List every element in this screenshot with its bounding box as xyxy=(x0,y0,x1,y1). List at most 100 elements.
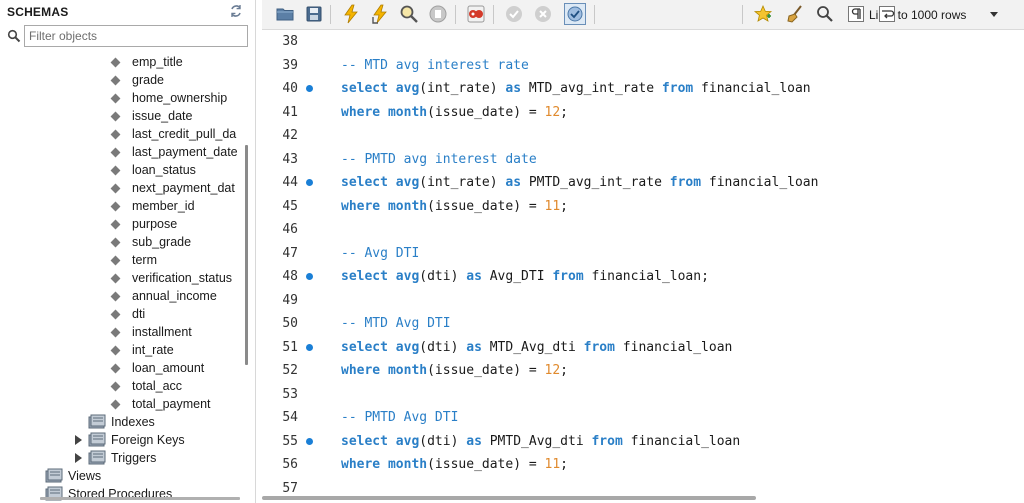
wrap-icon[interactable] xyxy=(876,3,898,25)
code-line[interactable]: 48 select avg(dti) as Avg_DTI from financ… xyxy=(262,265,1024,288)
code-line[interactable]: 38 xyxy=(262,30,1024,53)
code-line[interactable]: 56 where month(issue_date) = 11; xyxy=(262,453,1024,476)
editor-horizontal-scrollbar[interactable] xyxy=(262,496,756,500)
code-token: month xyxy=(387,198,428,214)
invisible-chars-icon[interactable] xyxy=(845,3,867,25)
execute-lightning-icon[interactable] xyxy=(340,3,362,25)
filter-objects-input[interactable] xyxy=(24,25,248,47)
autocommit-icon[interactable] xyxy=(564,3,586,25)
favorite-star-icon[interactable] xyxy=(752,3,774,25)
column-item[interactable]: verification_status xyxy=(0,269,246,287)
code-line[interactable]: 42 xyxy=(262,124,1024,147)
code-line[interactable]: 55 select avg(dti) as PMTD_Avg_dti from f… xyxy=(262,430,1024,453)
code-token: where xyxy=(341,457,381,472)
find-icon[interactable] xyxy=(814,3,836,25)
statement-marker-icon[interactable] xyxy=(306,343,313,351)
line-number: 54 xyxy=(282,410,298,425)
code-line[interactable]: 41 where month(issue_date) = 12; xyxy=(262,101,1024,124)
code-token: -- MTD Avg DTI xyxy=(341,316,451,331)
code-line[interactable]: 50 -- MTD Avg DTI xyxy=(262,312,1024,335)
column-diamond-icon xyxy=(110,75,121,86)
chevron-right-icon[interactable] xyxy=(75,435,82,445)
column-item[interactable]: sub_grade xyxy=(0,233,246,251)
line-number: 56 xyxy=(282,457,298,472)
stop-icon[interactable] xyxy=(427,3,449,25)
tree-node-foreign-keys[interactable]: Foreign Keys xyxy=(0,431,246,449)
chevron-right-icon[interactable] xyxy=(75,453,82,463)
code-token: select xyxy=(341,175,388,190)
column-item[interactable]: term xyxy=(0,251,246,269)
rollback-icon[interactable] xyxy=(532,3,554,25)
code-token: avg xyxy=(395,269,420,284)
column-item[interactable]: purpose xyxy=(0,215,246,233)
statement-marker-icon[interactable] xyxy=(306,179,313,186)
column-item[interactable]: issue_date xyxy=(0,107,246,125)
code-token: where xyxy=(341,198,381,214)
refresh-icon[interactable] xyxy=(229,4,243,18)
column-item[interactable]: member_id xyxy=(0,197,246,215)
code-token: month xyxy=(387,363,428,378)
open-folder-icon[interactable] xyxy=(274,3,296,25)
code-token: avg xyxy=(395,339,420,355)
toolbar-separator xyxy=(493,5,494,24)
column-diamond-icon xyxy=(110,363,121,374)
tree-horizontal-scrollbar[interactable] xyxy=(40,497,240,500)
code-token: -- Avg DTI xyxy=(341,245,420,261)
code-token: financial_loan xyxy=(693,81,811,96)
statement-marker-icon[interactable] xyxy=(306,437,313,445)
code-line[interactable]: 39 -- MTD avg interest rate xyxy=(262,54,1024,77)
column-item[interactable]: emp_title xyxy=(0,53,246,71)
column-diamond-icon xyxy=(110,111,121,122)
statement-marker-icon[interactable] xyxy=(306,273,313,280)
code-line[interactable]: 49 xyxy=(262,289,1024,312)
code-line[interactable]: 43 -- PMTD avg interest date xyxy=(262,148,1024,171)
tree-node-views[interactable]: Views xyxy=(0,467,246,485)
sql-editor[interactable]: 38 39 -- MTD avg interest rate 40 select avg… xyxy=(262,30,1024,503)
code-token: select xyxy=(341,433,388,449)
code-text: where month(issue_date) = 11; xyxy=(341,195,568,218)
toolbar-separator xyxy=(455,5,456,24)
column-label: dti xyxy=(132,307,146,321)
code-line[interactable]: 47 -- Avg DTI xyxy=(262,242,1024,265)
code-line[interactable]: 54 -- PMTD Avg DTI xyxy=(262,406,1024,429)
code-line[interactable]: 40 select avg(int_rate) as MTD_avg_int_ra… xyxy=(262,77,1024,100)
code-token: where xyxy=(341,363,381,378)
code-line[interactable]: 51 select avg(dti) as MTD_Avg_dti from fi… xyxy=(262,336,1024,359)
tree-node-stored-procedures[interactable]: Stored Procedures xyxy=(0,485,246,503)
tree-vertical-scrollbar[interactable] xyxy=(245,145,248,365)
code-line[interactable]: 45 where month(issue_date) = 11; xyxy=(262,195,1024,218)
toggle-error-icon[interactable] xyxy=(465,3,487,25)
line-number: 55 xyxy=(282,433,298,449)
code-text: where month(issue_date) = 12; xyxy=(341,359,568,382)
column-diamond-icon xyxy=(110,273,121,284)
column-item[interactable]: total_acc xyxy=(0,377,246,395)
column-item[interactable]: total_payment xyxy=(0,395,246,413)
column-item[interactable]: loan_status xyxy=(0,161,246,179)
save-icon[interactable] xyxy=(303,3,325,25)
code-token: select xyxy=(341,339,388,355)
column-item[interactable]: last_credit_pull_da xyxy=(0,125,246,143)
column-label: sub_grade xyxy=(132,235,192,249)
tree-node-triggers[interactable]: Triggers xyxy=(0,449,246,467)
explain-magnifier-icon[interactable] xyxy=(398,3,420,25)
code-line[interactable]: 44 select avg(int_rate) as PMTD_avg_int_r… xyxy=(262,171,1024,194)
column-item[interactable]: next_payment_dat xyxy=(0,179,246,197)
code-line[interactable]: 52 where month(issue_date) = 12; xyxy=(262,359,1024,382)
commit-icon[interactable] xyxy=(503,3,525,25)
column-item[interactable]: annual_income xyxy=(0,287,246,305)
tree-node-indexes[interactable]: Indexes xyxy=(0,413,246,431)
code-token: (issue_date) = xyxy=(427,363,545,378)
column-item[interactable]: installment xyxy=(0,323,246,341)
statement-marker-icon[interactable] xyxy=(306,85,313,92)
execute-cursor-icon[interactable] xyxy=(369,3,391,25)
code-line[interactable]: 46 xyxy=(262,218,1024,241)
code-line[interactable]: 53 xyxy=(262,383,1024,406)
column-item[interactable]: loan_amount xyxy=(0,359,246,377)
column-item[interactable]: home_ownership xyxy=(0,89,246,107)
beautify-broom-icon[interactable] xyxy=(784,3,806,25)
column-item[interactable]: dti xyxy=(0,305,246,323)
column-diamond-icon xyxy=(110,147,121,158)
column-item[interactable]: grade xyxy=(0,71,246,89)
column-item[interactable]: int_rate xyxy=(0,341,246,359)
column-item[interactable]: last_payment_date xyxy=(0,143,246,161)
